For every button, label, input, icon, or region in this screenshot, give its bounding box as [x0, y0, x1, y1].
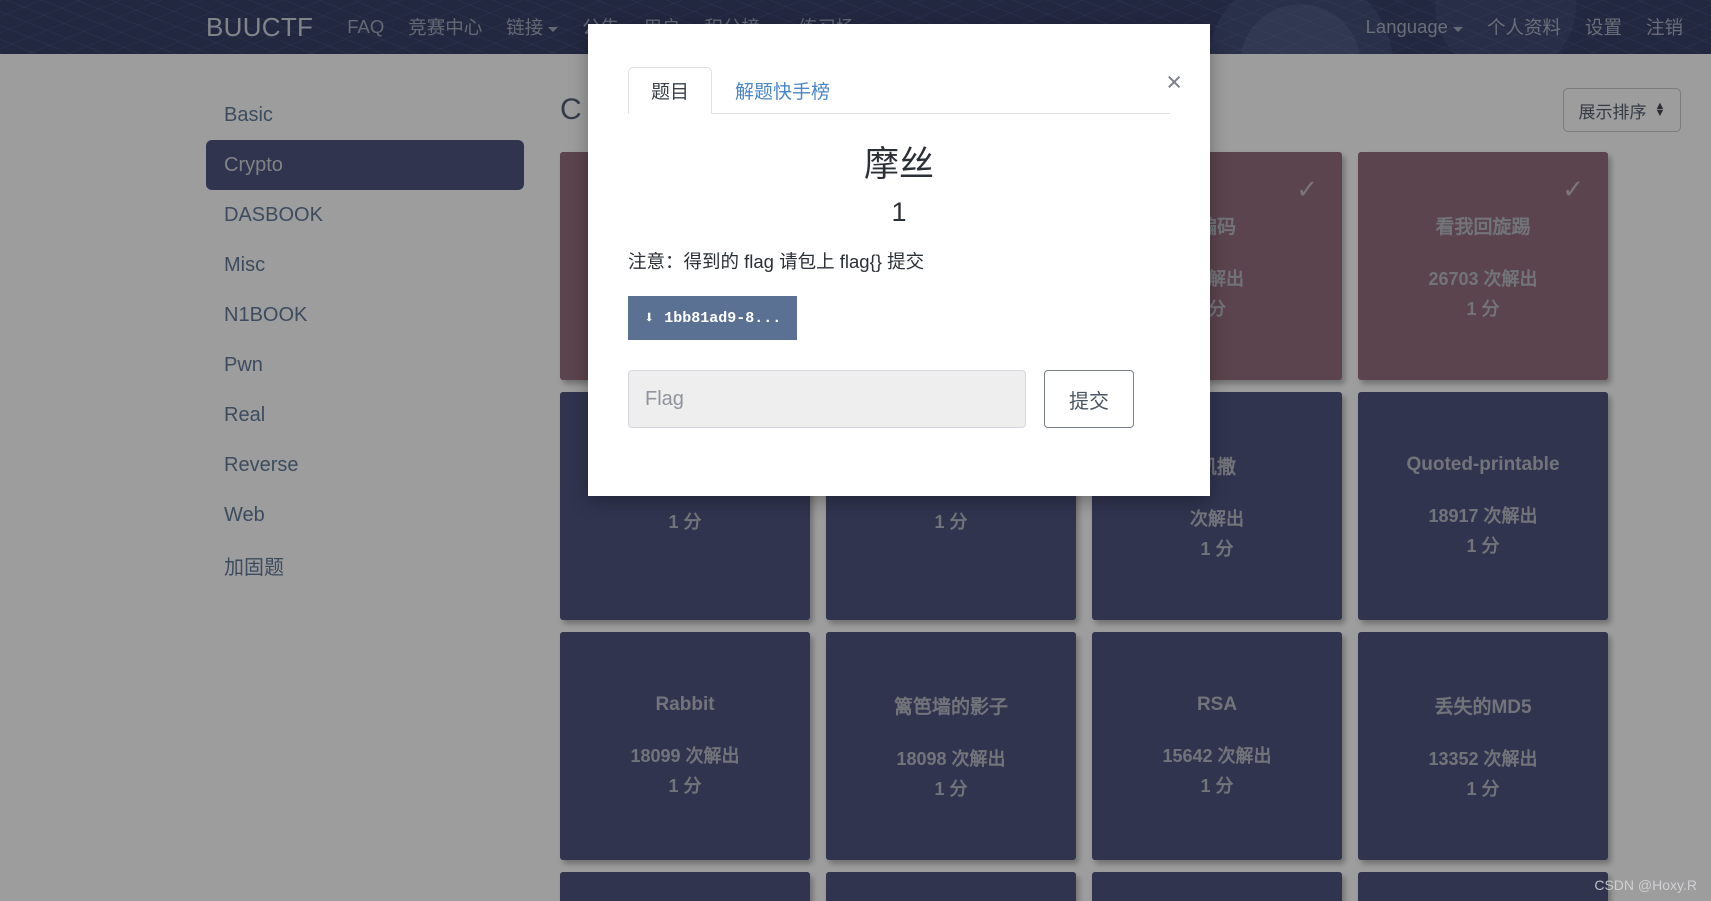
flag-submit-row: 提交	[628, 370, 1170, 428]
challenge-note: 注意：得到的 flag 请包上 flag{} 提交	[628, 251, 925, 272]
download-filename: 1bb81ad9-8...	[664, 309, 782, 327]
challenge-modal: × 题目 解题快手榜 摩丝 1 注意：得到的 flag 请包上 flag{} 提…	[588, 24, 1210, 496]
tab-scoreboard[interactable]: 解题快手榜	[712, 67, 853, 114]
modal-body: 摩丝 1 注意：得到的 flag 请包上 flag{} 提交 ⬇ 1bb81ad…	[588, 114, 1210, 428]
watermark: CSDN @Hoxy.R	[1594, 877, 1697, 893]
download-icon: ⬇	[644, 309, 655, 329]
challenge-score: 1	[891, 197, 907, 227]
tab-challenge[interactable]: 题目	[628, 67, 713, 114]
challenge-title: 摩丝	[863, 145, 934, 184]
app-root: BUUCTF FAQ竞赛中心链接公告用户积分榜练习场 Language个人资料设…	[0, 0, 1711, 901]
download-attachment-button[interactable]: ⬇ 1bb81ad9-8...	[628, 296, 798, 340]
flag-input[interactable]	[628, 370, 1026, 428]
modal-tabs: 题目 解题快手榜	[628, 67, 1170, 114]
close-icon[interactable]: ×	[1166, 69, 1182, 96]
submit-flag-button[interactable]: 提交	[1044, 370, 1134, 428]
